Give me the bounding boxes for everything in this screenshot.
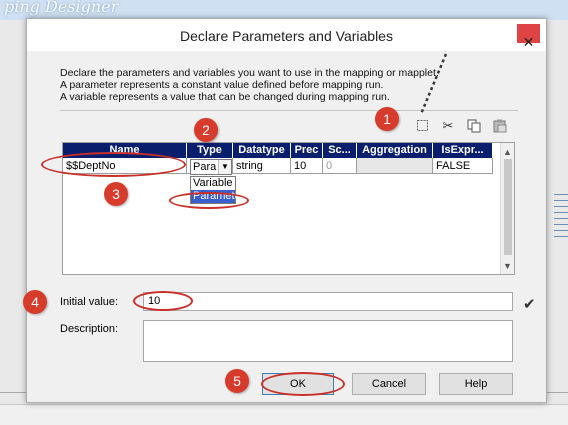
annotation-oval-name <box>41 152 186 177</box>
annotation-step-badge: 4 <box>23 290 47 314</box>
annotation-step-badge: 2 <box>194 118 218 142</box>
annotation-step-badge: 5 <box>225 369 249 393</box>
annotation-step-badge: 1 <box>375 107 399 131</box>
annotation-oval-initial-value <box>133 291 193 311</box>
annotation-dotted-arrow <box>419 53 448 115</box>
annotation-step-badge: 3 <box>104 182 128 206</box>
annotation-oval-parameter <box>169 192 249 209</box>
annotation-oval-ok <box>261 372 345 396</box>
